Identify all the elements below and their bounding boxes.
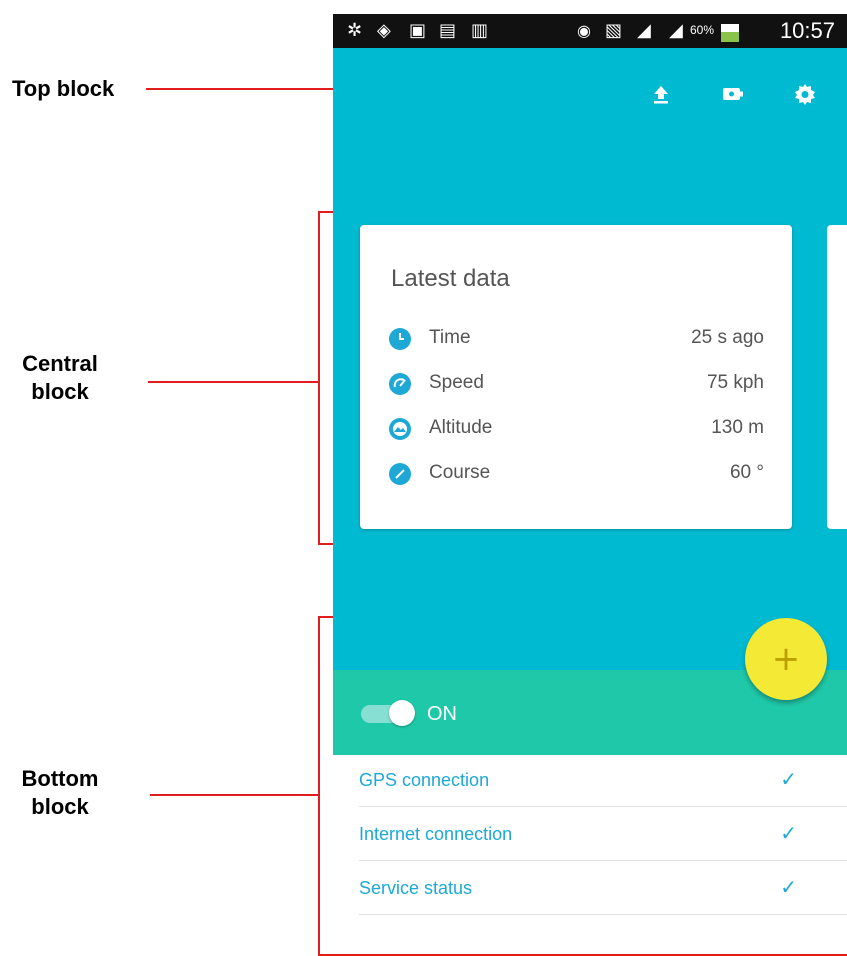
time-label: Time bbox=[429, 327, 471, 348]
next-card-peek[interactable] bbox=[827, 225, 847, 529]
bottom-block-pointer-line bbox=[150, 794, 320, 796]
check-icon: ✓ bbox=[780, 821, 797, 845]
gps-icon: ◈ bbox=[377, 20, 391, 41]
service-toggle-knob[interactable] bbox=[389, 700, 415, 726]
course-value: 60 ° bbox=[729, 462, 764, 483]
time-value: 25 s ago bbox=[691, 327, 764, 348]
nfc-icon: ▧ bbox=[605, 20, 623, 41]
upload-icon[interactable] bbox=[641, 74, 681, 114]
speed-value: 75 kph bbox=[706, 372, 764, 393]
central-label-line1: Central bbox=[22, 351, 98, 376]
data-row-altitude: Altitude 130 m bbox=[389, 415, 764, 445]
camera-icon: ▥ bbox=[471, 20, 489, 41]
course-label: Course bbox=[429, 462, 491, 483]
divider bbox=[359, 860, 847, 861]
central-block-pointer-line bbox=[148, 381, 320, 383]
bottom-label-line2: block bbox=[31, 794, 89, 819]
notification-icon: ✲ bbox=[347, 20, 363, 41]
data-row-speed: Speed 75 kph bbox=[389, 370, 764, 400]
bottom-label-line1: Bottom bbox=[21, 766, 99, 791]
signal-icon: ◢ bbox=[669, 20, 683, 41]
compass-icon bbox=[389, 463, 411, 485]
card-title: Latest data bbox=[391, 265, 510, 292]
service-toggle-label: ON bbox=[427, 703, 457, 725]
battery-percent: 60% bbox=[690, 23, 715, 37]
status-list: GPS connection ✓ Internet connection ✓ S… bbox=[333, 755, 847, 935]
plus-icon: + bbox=[771, 639, 801, 679]
speed-label: Speed bbox=[429, 372, 484, 393]
battery-icon[interactable] bbox=[713, 74, 753, 114]
service-status-label: Service status bbox=[359, 878, 473, 898]
clock-icon bbox=[389, 328, 411, 350]
check-icon: ✓ bbox=[780, 875, 797, 899]
check-icon: ✓ bbox=[780, 767, 797, 791]
gallery-icon: ▣ bbox=[409, 20, 427, 41]
speedometer-icon bbox=[389, 373, 411, 395]
divider bbox=[359, 914, 847, 915]
status-bar: ✲ ◈ ▣ ▤ ▥ ◉ ▧ ◢ ◢ 60% 10:57 bbox=[333, 14, 847, 48]
list-item-gps[interactable]: GPS connection ✓ bbox=[333, 755, 847, 807]
battery-icon-status bbox=[721, 24, 739, 42]
list-item-service[interactable]: Service status ✓ bbox=[333, 863, 847, 915]
add-fab-button[interactable]: + bbox=[745, 618, 827, 700]
top-block-label: Top block bbox=[12, 76, 115, 101]
settings-icon[interactable] bbox=[785, 74, 825, 114]
latest-data-card[interactable]: Latest data Time 25 s ago Speed 75 kph A… bbox=[360, 225, 792, 529]
clock-time: 10:57 bbox=[779, 18, 835, 43]
mountain-icon bbox=[389, 418, 411, 440]
altitude-value: 130 m bbox=[711, 417, 764, 438]
central-block-label: Central block bbox=[10, 350, 110, 406]
eye-icon: ◉ bbox=[577, 21, 591, 40]
internet-connection-label: Internet connection bbox=[359, 824, 513, 844]
wifi-icon: ◢ bbox=[637, 20, 651, 41]
altitude-label: Altitude bbox=[429, 417, 493, 438]
central-label-line2: block bbox=[31, 379, 89, 404]
data-row-time: Time 25 s ago bbox=[389, 325, 764, 355]
data-row-course: Course 60 ° bbox=[389, 460, 764, 490]
list-item-internet[interactable]: Internet connection ✓ bbox=[333, 809, 847, 861]
phone-screen: ✲ ◈ ▣ ▤ ▥ ◉ ▧ ◢ ◢ 60% 10:57 Latest data … bbox=[333, 14, 847, 935]
gps-connection-label: GPS connection bbox=[359, 770, 490, 790]
divider bbox=[359, 806, 847, 807]
document-icon: ▤ bbox=[439, 20, 457, 41]
bottom-block-label: Bottom block bbox=[10, 765, 110, 821]
